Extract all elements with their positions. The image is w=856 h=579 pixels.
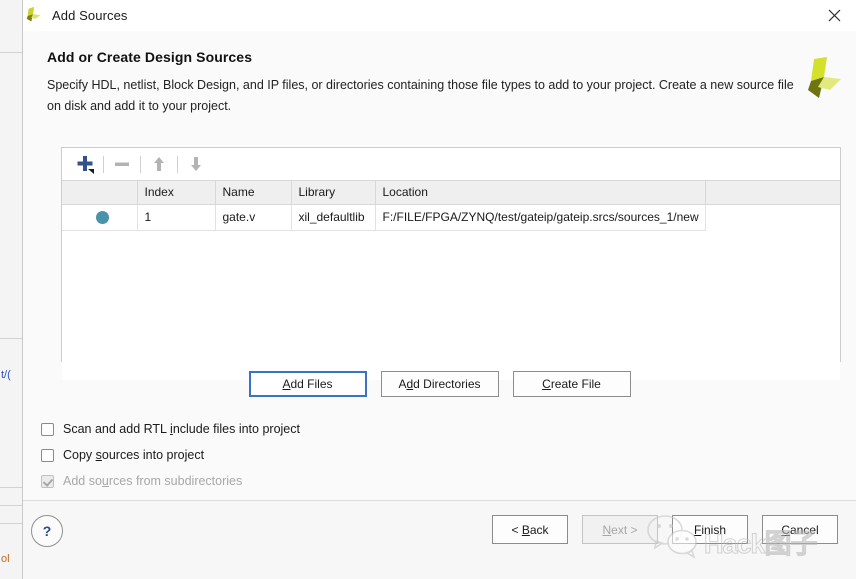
- cell-filler: [705, 204, 840, 230]
- checkbox-copy-sources[interactable]: [41, 448, 54, 462]
- background-divider: [0, 338, 22, 339]
- cell-location: F:/FILE/FPGA/ZYNQ/test/gateip/gateip.src…: [375, 204, 706, 231]
- arrow-down-icon: [181, 151, 211, 177]
- background-divider: [0, 52, 22, 53]
- create-file-mnemonic: C: [542, 377, 551, 391]
- option-copy-sources[interactable]: Copy sources into project: [41, 442, 300, 468]
- sources-table: Index Name Library Location 1 gate.v xil…: [62, 181, 840, 380]
- option-add-subdirectories: Add sources from subdirectories: [41, 468, 300, 494]
- column-header-library[interactable]: Library: [291, 181, 376, 205]
- back-button[interactable]: < Back: [492, 515, 568, 544]
- sources-table-toolbar: [62, 148, 840, 181]
- create-file-button[interactable]: Create File: [512, 371, 631, 397]
- add-directories-button[interactable]: Add Directories: [380, 371, 499, 397]
- option-add-subdirectories-label: Add sources from subdirectories: [63, 474, 243, 488]
- column-header-index[interactable]: Index: [137, 181, 216, 205]
- checkbox-scan-rtl-include[interactable]: [41, 422, 54, 436]
- column-header-location[interactable]: Location: [375, 181, 706, 205]
- dialog-titlebar: Add Sources: [23, 0, 856, 32]
- page-title: Add or Create Design Sources: [47, 49, 253, 65]
- table-row[interactable]: 1 gate.v xil_defaultlib F:/FILE/FPGA/ZYN…: [62, 204, 840, 231]
- sources-table-panel: Index Name Library Location 1 gate.v xil…: [61, 147, 841, 380]
- table-header-row: Index Name Library Location: [62, 181, 840, 205]
- xilinx-vivado-logo-icon: [808, 57, 841, 98]
- source-dot-icon: [62, 204, 138, 231]
- wizard-navigation-buttons: < Back Next > Finish Cancel: [492, 515, 838, 544]
- plus-icon[interactable]: [70, 151, 100, 177]
- close-icon[interactable]: [812, 0, 856, 31]
- dropdown-triangle-icon: [88, 169, 94, 174]
- add-files-button[interactable]: Add Files: [248, 371, 367, 397]
- arrow-up-icon: [144, 151, 174, 177]
- options-group: Scan and add RTL include files into proj…: [41, 416, 300, 494]
- background-divider: [0, 505, 22, 506]
- option-copy-sources-label: Copy sources into project: [63, 448, 205, 462]
- page-description: Specify HDL, netlist, Block Design, and …: [47, 78, 794, 113]
- background-text-fragment: ol: [1, 553, 10, 565]
- toolbar-separator: [177, 155, 178, 173]
- column-header-status[interactable]: [62, 181, 138, 205]
- add-sources-dialog: Add Sources Add or Create Design Sources…: [22, 0, 856, 579]
- toolbar-separator: [140, 155, 141, 173]
- cell-name: gate.v: [215, 204, 292, 231]
- option-scan-rtl-include[interactable]: Scan and add RTL include files into proj…: [41, 416, 300, 442]
- add-files-label: dd Files: [290, 377, 333, 391]
- background-text-fragment: t/(: [1, 369, 11, 381]
- column-header-name[interactable]: Name: [215, 181, 292, 205]
- minus-icon: [107, 151, 137, 177]
- background-divider: [0, 523, 22, 524]
- next-button: Next >: [582, 515, 658, 544]
- add-directories-label: d Directories: [413, 377, 481, 391]
- dialog-footer: ? < Back Next > Finish Cancel: [23, 500, 856, 579]
- source-action-buttons: Add Files Add Directories Create File: [23, 371, 856, 397]
- help-button[interactable]: ?: [31, 515, 63, 547]
- background-window-sliver: t/( ol: [0, 0, 23, 579]
- cell-index: 1: [137, 204, 216, 231]
- option-scan-rtl-include-label: Scan and add RTL include files into proj…: [63, 422, 300, 436]
- background-divider: [0, 487, 22, 488]
- cancel-button[interactable]: Cancel: [762, 515, 838, 544]
- finish-button[interactable]: Finish: [672, 515, 748, 544]
- column-header-filler: [705, 181, 840, 205]
- checkbox-add-subdirectories: [41, 474, 54, 488]
- create-file-label: reate File: [550, 377, 601, 391]
- cell-library: xil_defaultlib: [291, 204, 376, 231]
- toolbar-separator: [103, 155, 104, 173]
- dialog-content: Add or Create Design Sources Specify HDL…: [23, 31, 856, 500]
- dialog-title: Add Sources: [52, 8, 128, 23]
- vivado-logo-icon: [26, 6, 41, 21]
- table-empty-area: [62, 230, 840, 380]
